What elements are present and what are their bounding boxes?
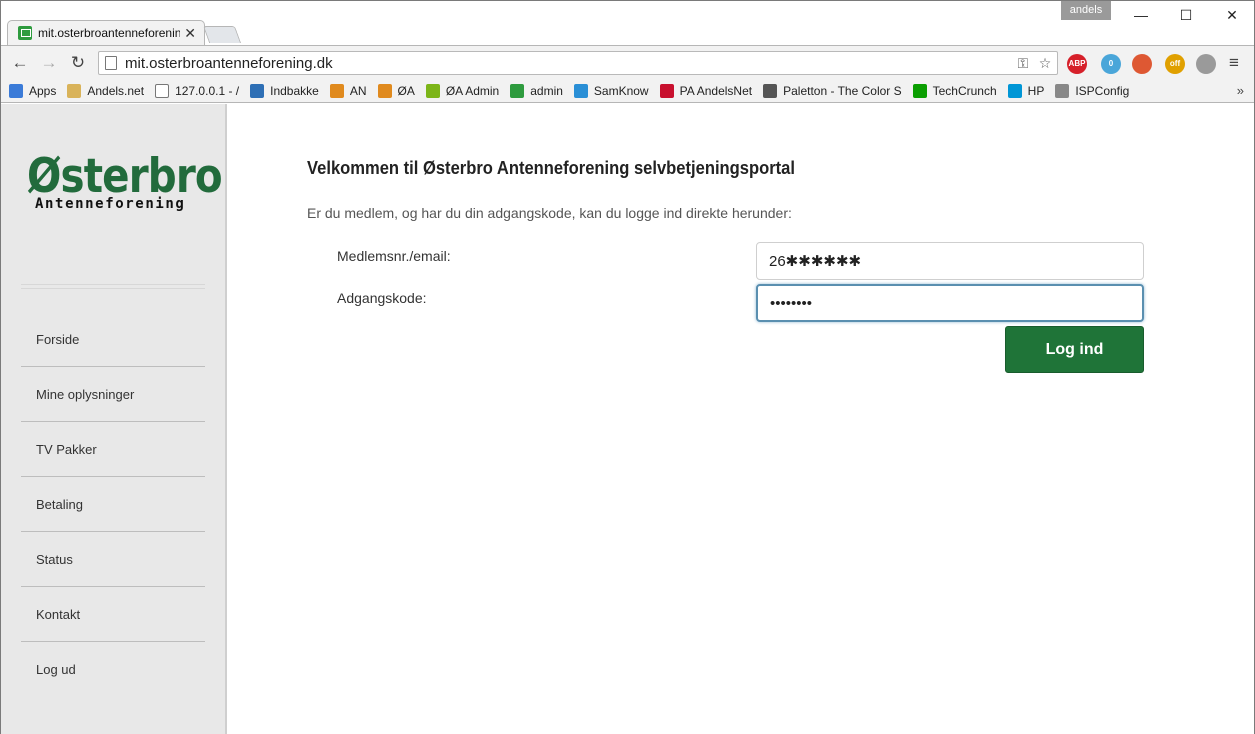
sidebar-item-tv-pakker[interactable]: TV Pakker — [21, 422, 205, 477]
bookmark-label: ØA Admin — [445, 83, 500, 98]
bookmark-a-admin[interactable]: ØA Admin — [425, 83, 500, 98]
browser-toolbar: ← → ↻ mit.osterbroantenneforening.dk ⚿ ☆… — [1, 45, 1254, 79]
login-panel: Velkommen til Østerbro Antenneforening s… — [307, 104, 1147, 734]
inbox-icon — [250, 83, 265, 98]
bookmark-label: ISPConfig — [1075, 83, 1130, 98]
techcrunch-icon — [912, 83, 927, 98]
bookmark-hp[interactable]: HP — [1007, 83, 1045, 98]
paloalto-icon — [659, 83, 674, 98]
samknows-icon — [573, 83, 588, 98]
bookmark-label: Apps — [29, 83, 57, 98]
bookmark-star-icon[interactable]: ☆ — [1035, 55, 1055, 72]
sidebar: Østerbro Antenneforening Forside Mine op… — [1, 104, 227, 734]
bookmark-an[interactable]: AN — [329, 83, 367, 98]
sidebar-item-mine-oplysninger[interactable]: Mine oplysninger — [21, 367, 205, 422]
bookmark-admin[interactable]: admin — [510, 83, 563, 98]
sidebar-item-log-ud[interactable]: Log ud — [21, 642, 205, 697]
key-icon[interactable]: ⚿ — [1013, 55, 1033, 72]
bookmark-label: 127.0.0.1 - / — [175, 83, 240, 98]
pma-icon — [329, 83, 344, 98]
bookmark-samknow[interactable]: SamKnow — [573, 83, 649, 98]
back-arrow-icon[interactable]: ← — [9, 52, 31, 74]
bookmark-label: Andels.net — [87, 83, 145, 98]
bookmark-label: PA AndelsNet — [679, 83, 753, 98]
folder-icon — [67, 83, 82, 98]
page-content: Østerbro Antenneforening Forside Mine op… — [1, 104, 1254, 734]
admin-icon — [425, 83, 440, 98]
bookmark-indbakke[interactable]: Indbakke — [250, 83, 319, 98]
tab-title: mit.osterbroantenneforening.dk — [38, 26, 181, 40]
pma-icon — [377, 83, 392, 98]
login-button[interactable]: Log ind — [1005, 326, 1144, 373]
password-label: Adgangskode: — [337, 290, 427, 306]
sidebar-item-kontakt[interactable]: Kontakt — [21, 587, 205, 642]
sidebar-item-forside[interactable]: Forside — [21, 312, 205, 367]
adblock-plus-icon[interactable]: ABP — [1067, 54, 1087, 74]
bookmark-label: Indbakke — [270, 83, 319, 98]
page-title: Velkommen til Østerbro Antenneforening s… — [307, 158, 796, 178]
bookmark-label: Paletton - The Color S — [783, 83, 902, 98]
minimize-icon[interactable]: — — [1126, 5, 1156, 25]
bookmarks-bar: Apps Andels.net 127.0.0.1 - / Indbakke AN ØA Ø… — [1, 79, 1254, 103]
hp-icon — [1007, 83, 1022, 98]
url-text: mit.osterbroantenneforening.dk — [125, 54, 333, 72]
address-bar[interactable]: mit.osterbroantenneforening.dk ⚿ ☆ — [98, 51, 1058, 75]
member-label: Medlemsnr./email: — [337, 248, 451, 264]
maximize-icon[interactable]: ☐ — [1171, 5, 1201, 25]
apps-grid-icon — [9, 83, 23, 98]
browser-tab[interactable]: mit.osterbroantenneforening.dk ✕ — [7, 20, 205, 45]
forward-arrow-icon[interactable]: → — [38, 52, 60, 74]
close-tab-icon[interactable]: ✕ — [184, 25, 196, 42]
site-favicon-icon — [18, 26, 32, 40]
sidebar-nav: Forside Mine oplysninger TV Pakker Betal… — [21, 312, 205, 697]
site-icon — [510, 83, 525, 98]
close-window-icon[interactable]: ✕ — [1217, 5, 1247, 25]
title-bar: mit.osterbroantenneforening.dk ✕ andels … — [1, 1, 1254, 45]
bookmark-paletton-the-color-s[interactable]: Paletton - The Color S — [763, 83, 902, 98]
bookmarks-overflow-icon[interactable]: » — [1237, 83, 1244, 98]
reload-icon[interactable]: ↻ — [67, 52, 89, 74]
bookmark-label: ØA — [397, 83, 415, 98]
sidebar-divider — [21, 284, 205, 289]
bookmark-127-0-0-1[interactable]: 127.0.0.1 - / — [155, 83, 240, 98]
bookmark-label: SamKnow — [593, 83, 649, 98]
browser-window: mit.osterbroantenneforening.dk ✕ andels … — [0, 0, 1255, 734]
new-tab-button[interactable] — [202, 26, 242, 43]
site-logo[interactable]: Østerbro Antenneforening — [27, 149, 223, 213]
member-input[interactable] — [756, 242, 1144, 280]
bookmark-andels-net[interactable]: Andels.net — [67, 83, 145, 98]
tools-icon — [1055, 83, 1070, 98]
off-toggle-icon[interactable]: off — [1165, 54, 1185, 74]
profile-badge[interactable]: andels — [1061, 1, 1111, 20]
bookmark-a[interactable]: ØA — [377, 83, 415, 98]
bookmark-apps[interactable]: Apps — [9, 83, 57, 98]
ghostery-icon[interactable]: 0 — [1101, 54, 1121, 74]
sidebar-item-status[interactable]: Status — [21, 532, 205, 587]
password-input[interactable] — [756, 284, 1144, 322]
bookmark-techcrunch[interactable]: TechCrunch — [912, 83, 997, 98]
bookmark-pa-andelsnet[interactable]: PA AndelsNet — [659, 83, 753, 98]
sidebar-item-betaling[interactable]: Betaling — [21, 477, 205, 532]
page-icon — [155, 83, 170, 98]
menu-hamburger-icon[interactable]: ≡ — [1229, 53, 1239, 73]
bookmark-label: TechCrunch — [932, 83, 997, 98]
bookmark-label: AN — [349, 83, 367, 98]
logo-wordmark: Østerbro — [27, 149, 223, 204]
bookmark-ispconfig[interactable]: ISPConfig — [1055, 83, 1130, 98]
paletton-icon — [763, 83, 778, 98]
bookmark-label: HP — [1027, 83, 1045, 98]
intro-text: Er du medlem, og har du din adgangskode,… — [307, 205, 792, 221]
bookmark-label: admin — [530, 83, 563, 98]
duckduckgo-icon[interactable] — [1132, 54, 1152, 74]
gear-icon[interactable] — [1196, 54, 1216, 74]
page-info-icon[interactable] — [105, 56, 117, 70]
